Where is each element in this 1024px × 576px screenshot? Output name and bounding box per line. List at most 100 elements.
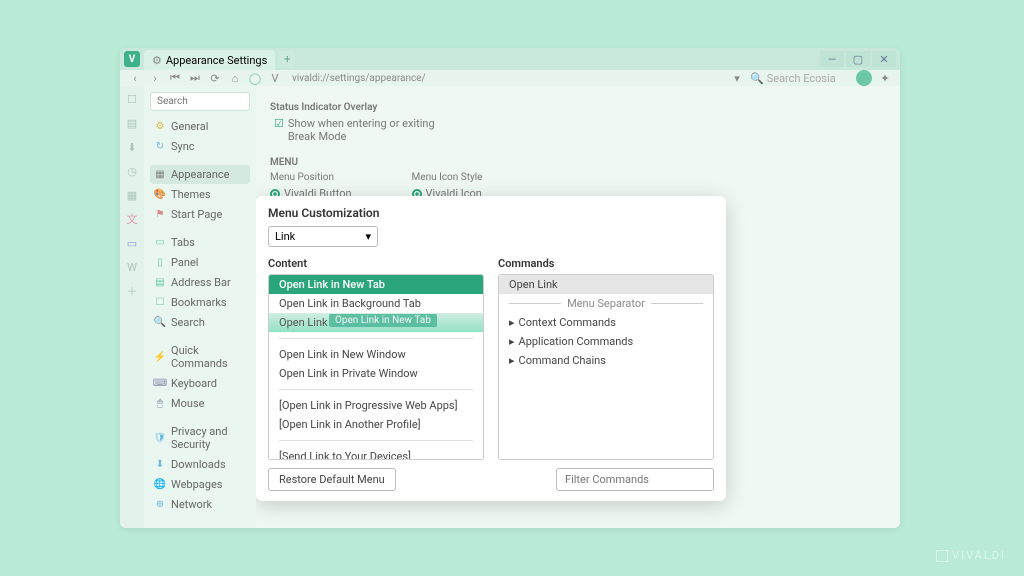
reload-button[interactable]: ⟳	[208, 72, 222, 85]
menu-separator[interactable]	[279, 389, 473, 390]
fast-forward-button[interactable]: ⏭	[188, 71, 202, 85]
general-icon: ⚙	[154, 121, 166, 133]
close-button[interactable]: ✕	[872, 51, 896, 67]
window-controls: — ▢ ✕	[820, 51, 896, 67]
menu-customization-panel: Menu Customization Link ▾ Content Open L…	[256, 196, 726, 501]
sidebar-item-appearance[interactable]: ▦ Appearance	[150, 165, 250, 184]
sidebar-item-quick-commands[interactable]: ⚡Quick Commands	[150, 341, 250, 373]
wiki-panel-icon[interactable]: W	[125, 260, 139, 274]
command-item[interactable]: Open Link	[499, 275, 713, 294]
webpages-icon: 🌐	[154, 479, 166, 491]
sidebar-item-label: Network	[171, 498, 212, 511]
start-page-icon: ⚑	[154, 209, 166, 221]
add-panel-icon[interactable]: ＋	[125, 284, 139, 298]
sidebar-item-privacy-and-security[interactable]: 🛡 Privacy and Security	[150, 422, 250, 454]
new-tab-button[interactable]: +	[279, 51, 295, 67]
profile-avatar[interactable]	[856, 70, 872, 86]
sidebar-item-label: Appearance	[171, 168, 230, 181]
appearance-icon: ▦	[154, 169, 166, 181]
sidebar-item-label: Start Page	[171, 208, 222, 221]
content-item[interactable]: Open Link in Private Window	[269, 364, 483, 383]
window-panel-icon[interactable]: ▭	[125, 236, 139, 250]
sidebar-item-label: Downloads	[171, 458, 226, 471]
menu-separator[interactable]	[279, 440, 473, 441]
mail-icon: ✉	[154, 527, 166, 529]
settings-search-input[interactable]	[150, 92, 250, 111]
content-list[interactable]: Open Link in New TabOpen Link in Backgro…	[268, 274, 484, 460]
sidebar-item-label: Tabs	[171, 236, 195, 249]
sidebar-item-label: Privacy and Security	[171, 425, 246, 451]
content-item[interactable]: Open Link in New Window	[269, 345, 483, 364]
minimize-button[interactable]: —	[820, 51, 844, 67]
search-field[interactable]: 🔍 Search Ecosia	[750, 72, 850, 85]
settings-view: ⚙General↻Sync ▦ Appearance 🎨Themes ⚑ Start Pa…	[144, 86, 900, 528]
sidebar-item-sync[interactable]: ↻Sync	[150, 137, 250, 156]
tabs-icon: ▭	[154, 237, 166, 249]
translate-panel-icon[interactable]: 文	[125, 212, 139, 226]
content-item[interactable]: Open Link in New Tab	[269, 275, 483, 294]
content-item[interactable]: Open Link	[269, 313, 483, 332]
sidebar-item-search[interactable]: 🔍Search	[150, 313, 250, 332]
status-checkbox-row[interactable]: ☑ Show when entering or exiting Break Mo…	[274, 117, 886, 143]
command-group[interactable]: ▸Context Commands	[499, 313, 713, 332]
bookmark-icon[interactable]: ▾	[730, 72, 744, 85]
browser-window: V ⚙ Appearance Settings + — ▢ ✕ ‹ › ⏮ ⏭ …	[120, 48, 900, 528]
notes-panel-icon[interactable]: ▦	[125, 188, 139, 202]
sidebar-item-bookmarks[interactable]: ☐ Bookmarks	[150, 293, 250, 312]
sidebar-item-start-page[interactable]: ⚑ Start Page	[150, 205, 250, 224]
sidebar-item-mouse[interactable]: 🖱Mouse	[150, 394, 250, 413]
site-info-icon[interactable]: V	[268, 72, 282, 85]
command-group[interactable]: ▸Application Commands	[499, 332, 713, 351]
command-group[interactable]: ▸Command Chains	[499, 351, 713, 370]
content-item[interactable]: Open Link in Background Tab	[269, 294, 483, 313]
rewind-button[interactable]: ⏮	[168, 71, 182, 85]
vivaldi-logo-icon[interactable]: V	[124, 51, 140, 67]
sidebar-item-label: Search	[171, 316, 205, 329]
bookmarks-icon: ☐	[154, 297, 166, 309]
sidebar-item-address-bar[interactable]: ▤Address Bar	[150, 273, 250, 292]
extensions-icon[interactable]: ✦	[878, 72, 892, 85]
sidebar-item-label: Keyboard	[171, 377, 217, 390]
sidebar-item-keyboard[interactable]: ⌨Keyboard	[150, 374, 250, 393]
sidebar-item-panel[interactable]: ▯Panel	[150, 253, 250, 272]
sidebar-item-mail[interactable]: ✉ Mail	[150, 523, 250, 528]
content-item[interactable]: [Open Link in Another Profile]	[269, 415, 483, 434]
downloads-panel-icon[interactable]: ⬇	[125, 140, 139, 154]
sidebar-item-webpages[interactable]: 🌐 Webpages	[150, 475, 250, 494]
menu-type-select[interactable]: Link ▾	[268, 226, 378, 247]
back-button[interactable]: ‹	[128, 72, 142, 85]
restore-default-menu-button[interactable]: Restore Default Menu	[268, 468, 396, 491]
forward-button[interactable]: ›	[148, 72, 162, 85]
downloads-icon: ⬇	[154, 459, 166, 471]
home-button[interactable]: ⌂	[228, 72, 242, 85]
commands-list[interactable]: Open LinkMenu Separator▸Context Commands…	[498, 274, 714, 460]
sidebar-item-themes[interactable]: 🎨Themes	[150, 185, 250, 204]
quick-commands-icon: ⚡	[154, 351, 166, 363]
sidebar-item-tabs[interactable]: ▭ Tabs	[150, 233, 250, 252]
sidebar-item-label: Webpages	[171, 478, 222, 491]
content-item[interactable]: [Send Link to Your Devices]	[269, 447, 483, 460]
menu-position-label: Menu Position	[270, 172, 352, 183]
history-panel-icon[interactable]: ◷	[125, 164, 139, 178]
mouse-icon: 🖱	[154, 398, 166, 410]
vivaldi-watermark: VIVALDI	[936, 549, 1006, 562]
sidebar-item-network[interactable]: ⊕Network	[150, 495, 250, 514]
filter-commands-input[interactable]	[556, 468, 714, 491]
menu-separator[interactable]	[279, 338, 473, 339]
sidebar-item-label: Mail	[171, 526, 192, 528]
privacy-and-security-icon: 🛡	[154, 432, 166, 444]
command-menu-separator[interactable]: Menu Separator	[499, 294, 713, 313]
sidebar-item-downloads[interactable]: ⬇ Downloads	[150, 455, 250, 474]
content-item[interactable]: [Open Link in Progressive Web Apps]	[269, 396, 483, 415]
shield-icon[interactable]: ◯	[248, 72, 262, 85]
status-overlay-heading: Status Indicator Overlay	[270, 102, 886, 113]
sidebar-item-general[interactable]: ⚙General	[150, 117, 250, 136]
tab-appearance-settings[interactable]: ⚙ Appearance Settings	[144, 50, 275, 70]
sidebar-item-label: Bookmarks	[171, 296, 227, 309]
maximize-button[interactable]: ▢	[846, 51, 870, 67]
reading-list-panel-icon[interactable]: ▤	[125, 116, 139, 130]
titlebar: V ⚙ Appearance Settings + — ▢ ✕	[120, 48, 900, 70]
bookmarks-panel-icon[interactable]: ☐	[125, 92, 139, 106]
menu-customization-title: Menu Customization	[268, 206, 714, 220]
address-bar[interactable]: vivaldi://settings/appearance/	[288, 73, 724, 84]
